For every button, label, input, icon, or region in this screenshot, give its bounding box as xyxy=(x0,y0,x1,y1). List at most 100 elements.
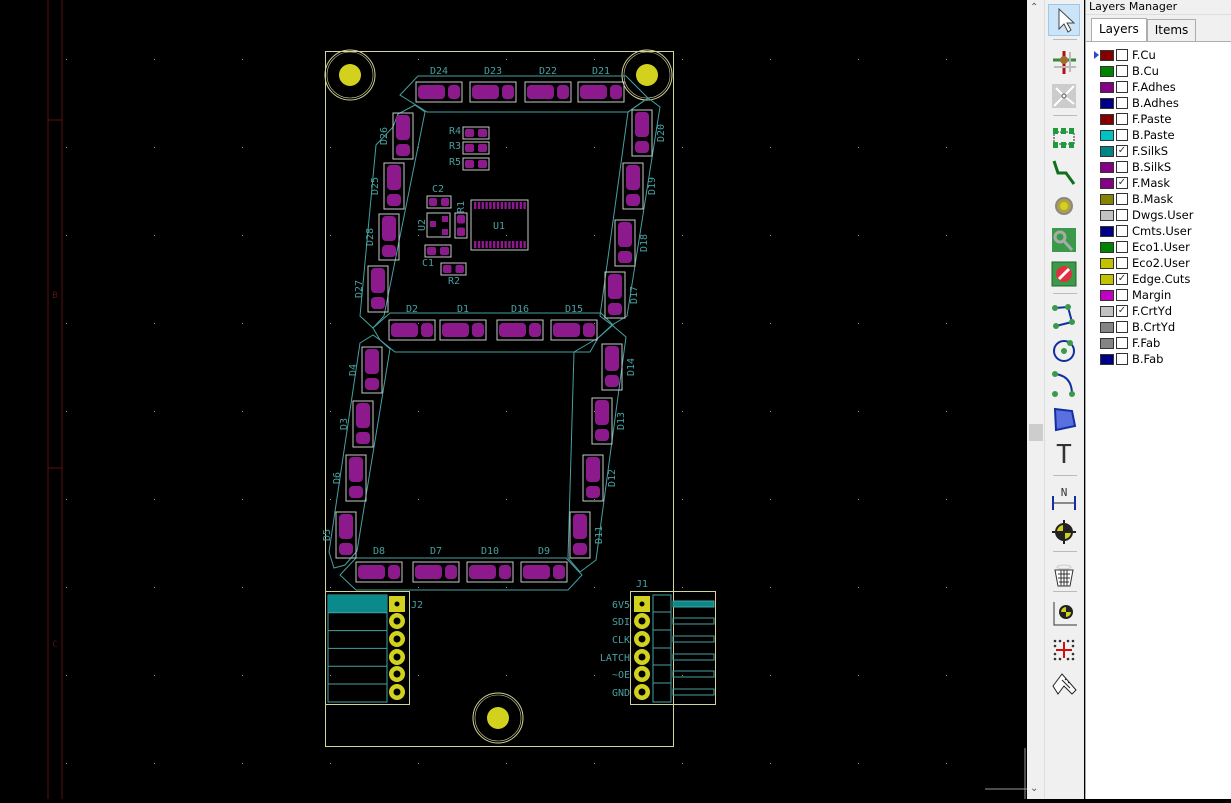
layer-row-f-mask[interactable]: ✓ F.Mask xyxy=(1100,175,1170,191)
add-dimension-tool-button[interactable]: N xyxy=(1048,482,1080,514)
add-dimension-icon: N xyxy=(1052,486,1076,510)
grid-dot xyxy=(506,675,507,676)
scroll-up-icon[interactable]: ⌃ xyxy=(1030,2,1038,13)
layer-color-swatch[interactable] xyxy=(1100,257,1114,269)
layer-visibility-checkbox[interactable] xyxy=(1116,161,1128,173)
layer-visibility-checkbox[interactable]: ✓ xyxy=(1116,273,1128,285)
pcb-drawing[interactable]: B C D24 D23 D22 D21 D2 D1 D16 D15 D8 D7 D10 D9 D26 D25 D… xyxy=(0,0,1027,799)
scrollbar-thumb[interactable] xyxy=(1029,424,1043,441)
grid-dot xyxy=(770,235,771,236)
layer-color-swatch[interactable] xyxy=(1100,289,1114,301)
add-circle-tool-button[interactable] xyxy=(1048,334,1080,366)
layer-row-f-paste[interactable]: F.Paste xyxy=(1100,111,1171,127)
tab-layers[interactable]: Layers xyxy=(1091,18,1147,41)
layer-visibility-checkbox[interactable] xyxy=(1116,321,1128,333)
layer-color-swatch[interactable] xyxy=(1100,177,1114,189)
layer-row-eco2-user[interactable]: Eco2.User xyxy=(1100,255,1190,271)
add-polygon-tool-button[interactable] xyxy=(1048,402,1080,434)
place-origin-tool-button[interactable] xyxy=(1048,598,1080,630)
layer-row-f-adhes[interactable]: F.Adhes xyxy=(1100,79,1176,95)
layer-color-swatch[interactable] xyxy=(1100,49,1114,61)
layer-color-swatch[interactable] xyxy=(1100,145,1114,157)
layer-visibility-checkbox[interactable] xyxy=(1116,113,1128,125)
measure-tool-button[interactable] xyxy=(1048,668,1080,700)
layer-row-margin[interactable]: Margin xyxy=(1100,287,1171,303)
layer-row-b-crtyd[interactable]: B.CrtYd xyxy=(1100,319,1175,335)
grid-dot xyxy=(506,587,507,588)
layer-color-swatch[interactable] xyxy=(1100,113,1114,125)
pcb-canvas[interactable]: B C D24 D23 D22 D21 D2 D1 D16 D15 D8 D7 D10 D9 D26 D25 D… xyxy=(0,0,1027,799)
layer-visibility-checkbox[interactable]: ✓ xyxy=(1116,305,1128,317)
layer-row-b-fab[interactable]: B.Fab xyxy=(1100,351,1163,367)
grid-dot xyxy=(506,411,507,412)
layer-row-f-cu[interactable]: F.Cu xyxy=(1100,47,1156,63)
layer-visibility-checkbox[interactable] xyxy=(1116,81,1128,93)
layer-color-swatch[interactable] xyxy=(1100,225,1114,237)
layer-visibility-checkbox[interactable] xyxy=(1116,65,1128,77)
layer-visibility-checkbox[interactable] xyxy=(1116,129,1128,141)
layer-row-b-cu[interactable]: B.Cu xyxy=(1100,63,1159,79)
select-arrow-tool-button[interactable] xyxy=(1048,4,1080,36)
layer-visibility-checkbox[interactable] xyxy=(1116,49,1128,61)
layer-color-swatch[interactable] xyxy=(1100,337,1114,349)
layer-row-cmts-user[interactable]: Cmts.User xyxy=(1100,223,1192,239)
layer-visibility-checkbox[interactable] xyxy=(1116,337,1128,349)
layer-visibility-checkbox[interactable]: ✓ xyxy=(1116,177,1128,189)
layer-visibility-checkbox[interactable] xyxy=(1116,209,1128,221)
layer-name: B.SilkS xyxy=(1132,160,1172,174)
layer-color-swatch[interactable] xyxy=(1100,353,1114,365)
layer-color-swatch[interactable] xyxy=(1100,81,1114,93)
layer-row-b-paste[interactable]: B.Paste xyxy=(1100,127,1175,143)
add-zone-tool-button[interactable] xyxy=(1048,224,1080,256)
layer-row-eco1-user[interactable]: Eco1.User xyxy=(1100,239,1190,255)
layer-color-swatch[interactable] xyxy=(1100,161,1114,173)
layer-visibility-checkbox[interactable] xyxy=(1116,97,1128,109)
add-target-tool-button[interactable] xyxy=(1048,516,1080,548)
layer-color-swatch[interactable] xyxy=(1100,321,1114,333)
layer-row-b-silks[interactable]: B.SilkS xyxy=(1100,159,1171,175)
layer-visibility-checkbox[interactable] xyxy=(1116,289,1128,301)
layer-color-swatch[interactable] xyxy=(1100,273,1114,285)
pin-label: SDI xyxy=(612,617,630,628)
toolbar-separator xyxy=(1053,475,1077,476)
highlight-net-tool-button[interactable] xyxy=(1048,46,1080,78)
layer-row-b-mask[interactable]: B.Mask xyxy=(1100,191,1173,207)
layer-visibility-checkbox[interactable] xyxy=(1116,225,1128,237)
current-layer-marker-icon xyxy=(1094,51,1099,59)
frame-zone-label: C xyxy=(52,640,57,650)
layer-row-f-crtyd[interactable]: ✓ F.CrtYd xyxy=(1100,303,1172,319)
local-ratsnest-tool-button[interactable] xyxy=(1048,80,1080,112)
scroll-down-icon[interactable]: ⌄ xyxy=(1030,783,1038,794)
layer-row-edge-cuts[interactable]: ✓ Edge.Cuts xyxy=(1100,271,1190,287)
layer-color-swatch[interactable] xyxy=(1100,97,1114,109)
layer-color-swatch[interactable] xyxy=(1100,65,1114,77)
layer-color-swatch[interactable] xyxy=(1100,209,1114,221)
layer-visibility-checkbox[interactable] xyxy=(1116,193,1128,205)
layer-color-swatch[interactable] xyxy=(1100,129,1114,141)
layer-visibility-checkbox[interactable] xyxy=(1116,353,1128,365)
add-footprint-tool-button[interactable] xyxy=(1048,122,1080,154)
add-text-tool-button[interactable]: T xyxy=(1048,436,1080,468)
layer-row-b-adhes[interactable]: B.Adhes xyxy=(1100,95,1179,111)
grid-dot xyxy=(154,587,155,588)
add-via-tool-button[interactable] xyxy=(1048,190,1080,222)
layer-row-f-silks[interactable]: ✓ F.SilkS xyxy=(1100,143,1168,159)
route-track-tool-button[interactable] xyxy=(1048,156,1080,188)
layer-row-dwgs-user[interactable]: Dwgs.User xyxy=(1100,207,1193,223)
layer-row-f-fab[interactable]: F.Fab xyxy=(1100,335,1160,351)
add-graphic-line-tool-button[interactable] xyxy=(1048,300,1080,332)
layer-visibility-checkbox[interactable]: ✓ xyxy=(1116,145,1128,157)
grid-origin-tool-button[interactable] xyxy=(1048,634,1080,666)
delete-tool-button[interactable] xyxy=(1048,558,1080,590)
right-toolbar: TN xyxy=(1044,0,1084,799)
layer-color-swatch[interactable] xyxy=(1100,305,1114,317)
layer-color-swatch[interactable] xyxy=(1100,241,1114,253)
layer-color-swatch[interactable] xyxy=(1100,193,1114,205)
layer-visibility-checkbox[interactable] xyxy=(1116,241,1128,253)
add-arc-tool-button[interactable] xyxy=(1048,368,1080,400)
vertical-scrollbar[interactable]: ⌃ ⌄ xyxy=(1027,0,1044,799)
add-keepout-tool-button[interactable] xyxy=(1048,258,1080,290)
layer-visibility-checkbox[interactable] xyxy=(1116,257,1128,269)
tab-items[interactable]: Items xyxy=(1146,19,1197,42)
layer-name: F.Fab xyxy=(1132,336,1161,350)
